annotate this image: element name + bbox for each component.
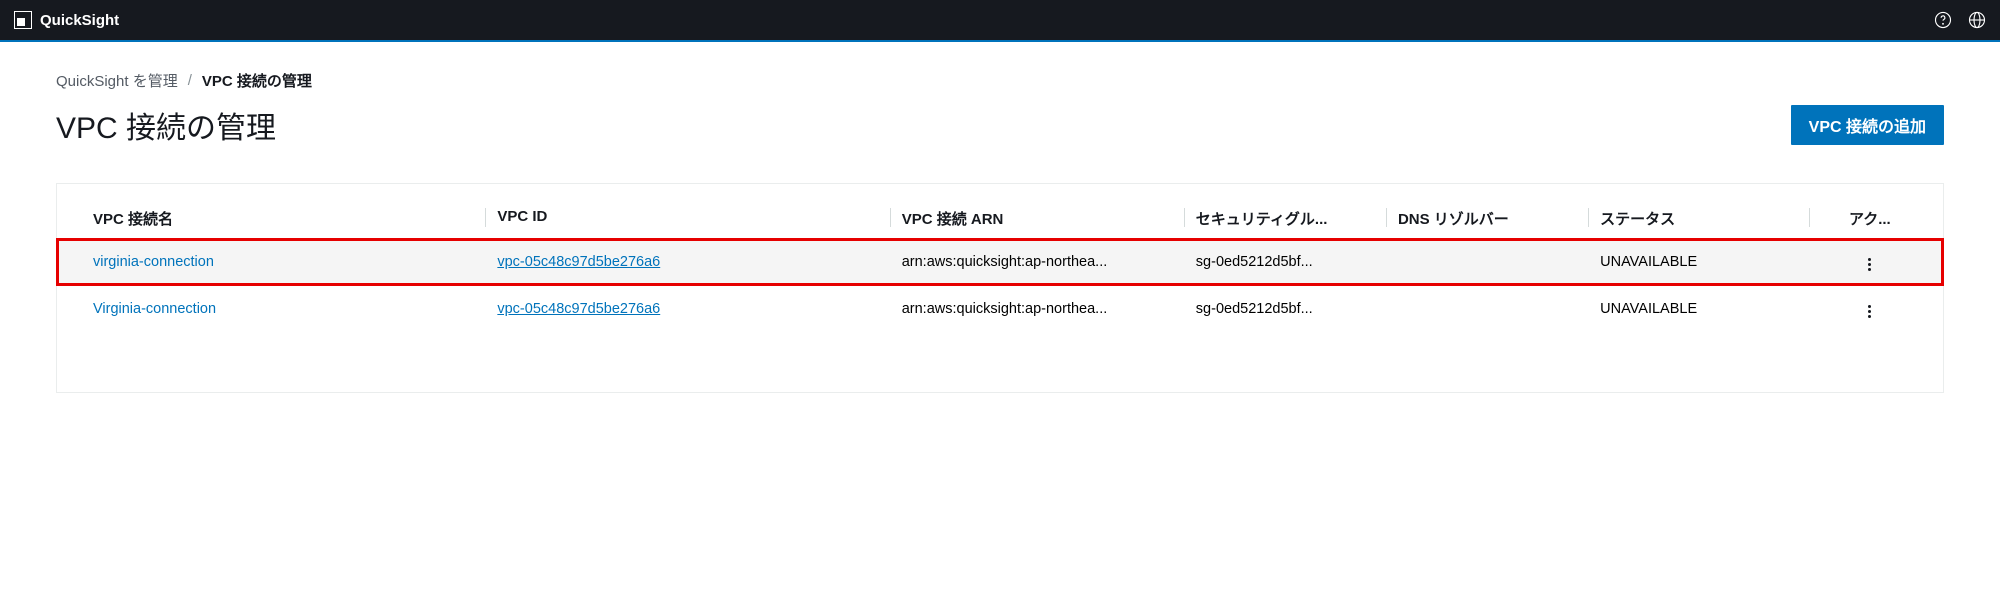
cell-status: UNAVAILABLE <box>1588 254 1809 270</box>
vpc-id-link[interactable]: vpc-05c48c97d5be276a6 <box>497 254 660 270</box>
table-row: virginia-connection vpc-05c48c97d5be276a… <box>57 239 1943 285</box>
quicksight-logo-icon <box>14 11 32 29</box>
cell-sg: sg-0ed5212d5bf... <box>1184 301 1386 317</box>
help-icon[interactable] <box>1934 11 1952 29</box>
vpc-id-link[interactable]: vpc-05c48c97d5be276a6 <box>497 301 660 317</box>
cell-arn: arn:aws:quicksight:ap-northea... <box>890 301 1184 317</box>
cell-status: UNAVAILABLE <box>1588 301 1809 317</box>
vpc-connections-table: VPC 接続名 VPC ID VPC 接続 ARN セキュリティグル... DN… <box>56 183 1944 393</box>
col-header-dns[interactable]: DNS リゾルバー <box>1386 208 1588 229</box>
col-header-sg[interactable]: セキュリティグル... <box>1184 208 1386 229</box>
connection-name-link[interactable]: virginia-connection <box>93 254 214 270</box>
breadcrumb-parent[interactable]: QuickSight を管理 <box>56 70 178 91</box>
col-header-name[interactable]: VPC 接続名 <box>81 208 485 229</box>
cell-sg: sg-0ed5212d5bf... <box>1184 254 1386 270</box>
brand-name: QuickSight <box>40 12 119 29</box>
col-header-vpc-id[interactable]: VPC ID <box>485 208 889 229</box>
col-header-arn[interactable]: VPC 接続 ARN <box>890 208 1184 229</box>
top-nav: QuickSight <box>0 0 2000 40</box>
globe-icon[interactable] <box>1968 11 1986 29</box>
breadcrumb-separator: / <box>188 72 192 89</box>
add-vpc-connection-button[interactable]: VPC 接続の追加 <box>1791 105 1944 145</box>
col-header-actions[interactable]: アク... <box>1809 208 1919 229</box>
row-actions-icon[interactable] <box>1864 301 1875 322</box>
page-title: VPC 接続の管理 <box>56 103 276 147</box>
table-row: Virginia-connection vpc-05c48c97d5be276a… <box>57 285 1943 332</box>
connection-name-link[interactable]: Virginia-connection <box>93 301 216 317</box>
breadcrumb-current: VPC 接続の管理 <box>202 70 312 91</box>
row-actions-icon[interactable] <box>1864 254 1875 275</box>
table-header-row: VPC 接続名 VPC ID VPC 接続 ARN セキュリティグル... DN… <box>57 208 1943 239</box>
breadcrumb: QuickSight を管理 / VPC 接続の管理 <box>56 70 1944 91</box>
cell-arn: arn:aws:quicksight:ap-northea... <box>890 254 1184 270</box>
col-header-status[interactable]: ステータス <box>1588 208 1809 229</box>
